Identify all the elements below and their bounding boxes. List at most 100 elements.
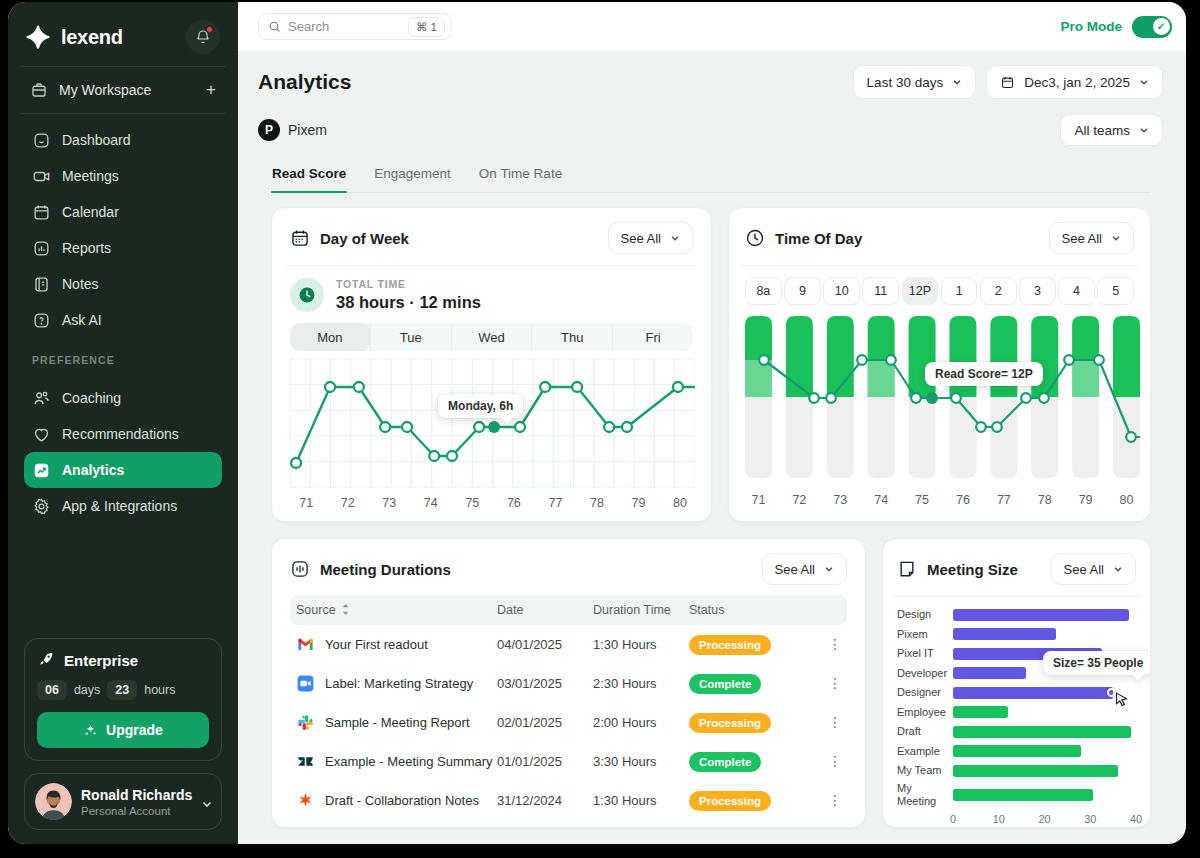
size-bar [953, 628, 1056, 640]
hour-option-9[interactable]: 9 [784, 277, 821, 305]
chevron-down-icon [201, 796, 213, 808]
lexend-logo-icon [26, 24, 52, 50]
day-option-tue[interactable]: Tue [370, 323, 451, 351]
sidebar-item-reports[interactable]: Reports [24, 230, 222, 266]
hour-option-10[interactable]: 10 [823, 277, 860, 305]
time-of-day-card: Time Of Day See All 8a9101112P12345 7172… [728, 207, 1151, 522]
row-menu-button[interactable]: ⋮ [827, 798, 843, 803]
hour-option-5[interactable]: 5 [1097, 277, 1134, 305]
enterprise-card: Enterprise 06 days 23 hours Upgrade [24, 638, 222, 761]
topbar: ⌘ 1 Pro Mode ✓ [238, 2, 1186, 52]
hour-option-12p[interactable]: 12P [902, 277, 939, 305]
row-menu-button[interactable]: ⋮ [827, 681, 843, 686]
meeting-size-row: Pixem [897, 625, 1136, 645]
column-source[interactable]: Source [296, 603, 497, 617]
search-input[interactable]: ⌘ 1 [258, 13, 452, 40]
sidebar-item-dashboard[interactable]: Dashboard [24, 122, 222, 158]
sidebar-item-label: Analytics [62, 462, 124, 478]
day-selector: Mon Tue Wed Thu Fri [290, 323, 693, 351]
pro-mode: Pro Mode ✓ [1060, 16, 1172, 38]
account-name: Ronald Richards [81, 786, 192, 804]
pro-mode-toggle[interactable]: ✓ [1132, 16, 1172, 38]
hour-option-1[interactable]: 1 [941, 277, 978, 305]
days-label: days [74, 683, 100, 697]
tab-on-time-rate[interactable]: On Time Rate [478, 160, 563, 192]
all-teams-dropdown[interactable]: All teams [1060, 114, 1163, 146]
see-all-dropdown[interactable]: See All [1051, 553, 1136, 585]
size-bar [953, 765, 1118, 777]
sidebar-item-label: Dashboard [62, 132, 131, 148]
heart-icon [32, 425, 51, 444]
day-option-wed[interactable]: Wed [451, 323, 532, 351]
workspace-selector[interactable]: My Workspace + [24, 67, 222, 113]
meeting-date: 02/01/2025 [497, 715, 593, 730]
account-type: Personal Account [81, 805, 192, 817]
sidebar: lexend My Workspace + Dashboard Meetings [8, 2, 238, 844]
sidebar-item-ask-ai[interactable]: Ask AI [24, 302, 222, 338]
content: Analytics Last 30 days Dec3, jan 2, 2025… [238, 52, 1186, 844]
chart-tooltip: Read Score= 12P [925, 362, 1043, 386]
hour-option-11[interactable]: 11 [862, 277, 899, 305]
rocket-icon [37, 651, 55, 669]
meeting-size-card: Meeting Size See All DesignPixemPixel IT… [882, 538, 1151, 828]
date-picker[interactable]: Dec3, jan 2, 2025 [986, 65, 1163, 99]
row-menu-button[interactable]: ⋮ [827, 720, 843, 725]
svg-text:71: 71 [299, 496, 313, 510]
chevron-down-icon [952, 77, 962, 87]
see-all-label: See All [621, 231, 661, 246]
svg-text:74: 74 [874, 493, 888, 507]
chevron-down-icon [824, 564, 834, 574]
hour-option-4[interactable]: 4 [1058, 277, 1095, 305]
sidebar-item-calendar[interactable]: Calendar [24, 194, 222, 230]
hours-label: hours [144, 683, 175, 697]
account-switcher[interactable]: Ronald Richards Personal Account [24, 773, 222, 830]
svg-text:78: 78 [1038, 493, 1052, 507]
sidebar-item-notes[interactable]: Notes [24, 266, 222, 302]
sidebar-item-analytics[interactable]: Analytics [24, 452, 222, 488]
hour-option-2[interactable]: 2 [980, 277, 1017, 305]
divider [286, 265, 697, 266]
meeting-source: Your First readout [325, 637, 428, 652]
sidebar-item-recommendations[interactable]: Recommendations [24, 416, 222, 452]
sidebar-item-meetings[interactable]: Meetings [24, 158, 222, 194]
avatar [35, 783, 72, 820]
hour-option-8a[interactable]: 8a [745, 277, 782, 305]
row-menu-button[interactable]: ⋮ [827, 642, 843, 647]
day-option-fri[interactable]: Fri [612, 323, 693, 351]
time-of-day-chart: 71727374757677787980Read Score= 12P [745, 316, 1134, 508]
meeting-date: 03/01/2025 [497, 676, 593, 691]
search-field[interactable] [288, 19, 401, 34]
card-title: Meeting Size [927, 561, 1041, 578]
upgrade-button[interactable]: Upgrade [37, 712, 209, 748]
notifications-button[interactable] [186, 20, 220, 54]
sidebar-item-label: Ask AI [62, 312, 102, 328]
size-bar [953, 726, 1131, 738]
question-icon [32, 311, 51, 330]
add-workspace-button[interactable]: + [206, 80, 216, 100]
day-option-mon[interactable]: Mon [290, 323, 370, 351]
sidebar-item-app-integrations[interactable]: App & Integrations [24, 488, 222, 524]
date-range-label: Last 30 days [867, 75, 944, 90]
clock-icon [745, 228, 765, 248]
chevron-down-icon [1113, 564, 1123, 574]
svg-text:76: 76 [507, 496, 521, 510]
date-range-dropdown[interactable]: Last 30 days [853, 65, 977, 99]
see-all-dropdown[interactable]: See All [608, 222, 693, 254]
meeting-source: Sample - Meeting Report [325, 715, 470, 730]
total-time-label: TOTAL TIME [336, 278, 481, 290]
size-bar [953, 789, 1093, 801]
see-all-dropdown[interactable]: See All [1049, 222, 1134, 254]
zoom-icon [296, 674, 315, 693]
meeting-size-row: My Meeting [897, 781, 1136, 810]
divider [893, 596, 1140, 597]
sidebar-item-label: Meetings [62, 168, 119, 184]
day-option-thu[interactable]: Thu [531, 323, 612, 351]
sidebar-item-coaching[interactable]: Coaching [24, 380, 222, 416]
tab-engagement[interactable]: Engagement [373, 160, 452, 192]
see-all-dropdown[interactable]: See All [762, 553, 847, 585]
sidebar-item-label: Calendar [62, 204, 119, 220]
row-menu-button[interactable]: ⋮ [827, 759, 843, 764]
tab-read-score[interactable]: Read Score [271, 160, 347, 192]
hour-option-3[interactable]: 3 [1019, 277, 1056, 305]
status-badge: Complete [689, 674, 761, 694]
